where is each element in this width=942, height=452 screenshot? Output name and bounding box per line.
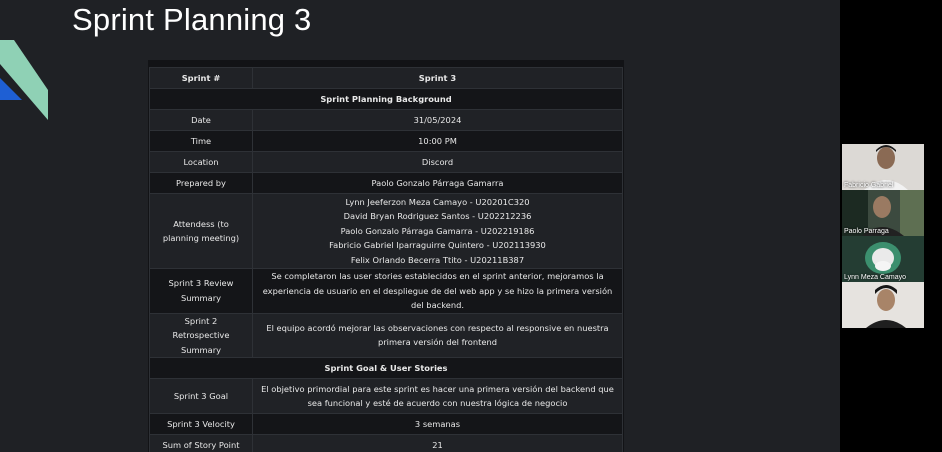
location-label: Location [149, 151, 253, 173]
table-row: Attendess (to planning meeting) Lynn Jee… [149, 193, 623, 269]
sprint-planning-table: Sprint # Sprint 3 Sprint Planning Backgr… [149, 67, 623, 452]
attendee-item: Paolo Gonzalo Párraga Gamarra - U2022191… [340, 225, 535, 236]
participant-video-icon [842, 282, 924, 328]
table-row: Sprint # Sprint 3 [149, 67, 623, 89]
slide-decoration-shape [0, 40, 48, 120]
attendee-item: Lynn Jeeferzon Meza Camayo - U20201C320 [345, 196, 530, 207]
table-row: Sprint 3 Goal El objetivo primordial par… [149, 378, 623, 414]
participant-video-tile[interactable]: Fabricio Gabriel [842, 144, 924, 190]
review-summary-value: Se completaron las user stories establec… [252, 268, 623, 314]
table-row: Sprint Goal & User Stories [149, 357, 623, 379]
prepared-by-label: Prepared by [149, 172, 253, 194]
time-label: Time [149, 130, 253, 152]
location-value: Discord [252, 151, 623, 173]
attendee-item: Felix Orlando Becerra Ttito - U20211B387 [350, 254, 525, 265]
participant-name: Lynn Meza Camayo [844, 274, 906, 281]
sprint-planning-table-container: Sprint # Sprint 3 Sprint Planning Backgr… [148, 60, 624, 452]
sprint-number-label: Sprint # [149, 67, 253, 89]
table-row: Date 31/05/2024 [149, 109, 623, 131]
presentation-slide: Sprint Planning 3 Sprint # Sprint 3 Spri… [0, 0, 840, 452]
slide-title: Sprint Planning 3 [72, 2, 312, 37]
velocity-value: 3 semanas [252, 413, 623, 435]
background-section-header: Sprint Planning Background [149, 88, 623, 110]
table-row: Prepared by Paolo Gonzalo Párraga Gamarr… [149, 172, 623, 194]
sprint-goal-label: Sprint 3 Goal [149, 378, 253, 414]
table-row: Sum of Story Point 21 [149, 434, 623, 452]
retrospective-summary-value: El equipo acordó mejorar las observacion… [252, 312, 623, 358]
story-points-value: 21 [252, 434, 623, 452]
participant-name: Paolo Parraga [844, 228, 889, 235]
attendee-item: David Bryan Rodriguez Santos - U20221223… [343, 211, 532, 222]
participant-video-tile[interactable] [842, 282, 924, 328]
velocity-label: Sprint 3 Velocity [149, 413, 253, 435]
participant-name: Fabricio Gabriel [844, 182, 894, 189]
goal-section-header: Sprint Goal & User Stories [149, 357, 623, 379]
story-points-label: Sum of Story Point [149, 434, 253, 452]
date-label: Date [149, 109, 253, 131]
table-row: Location Discord [149, 151, 623, 173]
table-row: Sprint 2 Retrospective Summary El equipo… [149, 312, 623, 358]
attendee-item: Fabricio Gabriel Iparraguirre Quintero -… [329, 240, 546, 251]
table-row: Time 10:00 PM [149, 130, 623, 152]
participant-video-tile[interactable]: Paolo Parraga [842, 190, 924, 236]
video-participants-panel: Fabricio Gabriel Paolo Parraga Lynn Meza… [840, 0, 942, 452]
time-value: 10:00 PM [252, 130, 623, 152]
table-row: Sprint Planning Background [149, 88, 623, 110]
table-row: Sprint 3 Review Summary Se completaron l… [149, 268, 623, 314]
attendees-list: Lynn Jeeferzon Meza Camayo - U20201C320 … [252, 193, 623, 269]
prepared-by-value: Paolo Gonzalo Párraga Gamarra [252, 172, 623, 194]
sprint-number-value: Sprint 3 [252, 67, 623, 89]
sprint-goal-value: El objetivo primordial para este sprint … [252, 378, 623, 414]
date-value: 31/05/2024 [252, 109, 623, 131]
participant-video-tile[interactable]: Lynn Meza Camayo [842, 236, 924, 282]
table-row: Sprint 3 Velocity 3 semanas [149, 413, 623, 435]
review-summary-label: Sprint 3 Review Summary [149, 268, 253, 314]
attendees-label: Attendess (to planning meeting) [149, 193, 253, 269]
retrospective-summary-label: Sprint 2 Retrospective Summary [149, 312, 253, 358]
